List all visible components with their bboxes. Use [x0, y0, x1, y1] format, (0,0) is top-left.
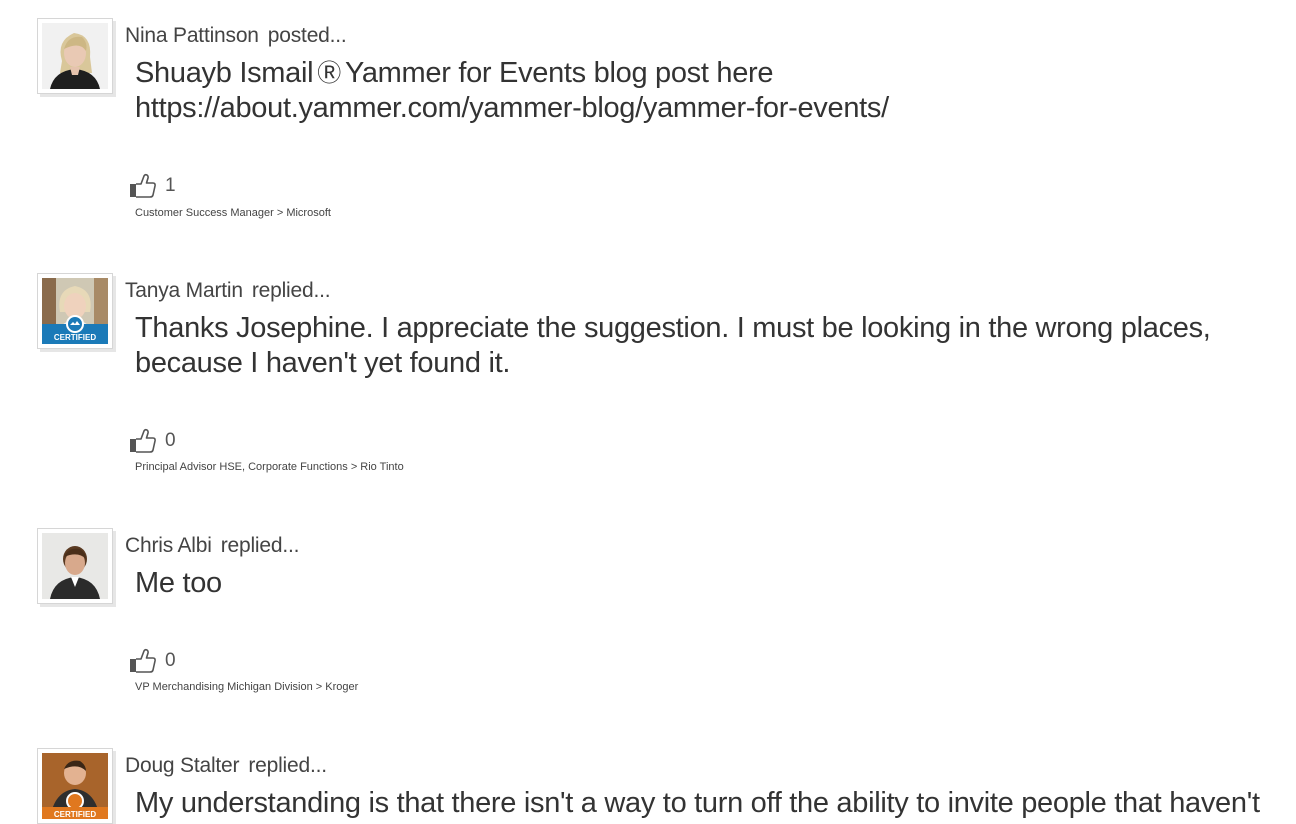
- post-action: replied...: [248, 754, 327, 777]
- mention-link[interactable]: Shuayb Ismail: [135, 57, 314, 89]
- like-count: 0: [165, 430, 176, 451]
- post-body: My understanding is that there isn't a w…: [135, 786, 1260, 821]
- post-action: replied...: [220, 534, 300, 557]
- post-author-line: Tanya Martin replied...: [125, 279, 331, 303]
- avatar[interactable]: CERTIFIED: [37, 273, 113, 349]
- post-text: Me too: [135, 567, 222, 599]
- yammer-icon: Ⓡ: [317, 60, 341, 87]
- post-body: Shuayb Ismail Ⓡ Yammer for Events blog pos…: [135, 56, 1215, 126]
- like-row: 0: [129, 428, 176, 454]
- like-row: 0: [129, 648, 176, 674]
- post-author-line: Chris Albi replied...: [125, 534, 299, 558]
- post-author-line: Nina Pattinson posted...: [125, 24, 347, 48]
- post-body: Thanks Josephine. I appreciate the sugge…: [135, 311, 1215, 381]
- post-action: replied...: [251, 279, 331, 302]
- author-name[interactable]: Nina Pattinson: [125, 24, 259, 47]
- certified-badge: CERTIFIED: [54, 810, 96, 819]
- certified-badge: CERTIFIED: [54, 333, 96, 342]
- like-count: 1: [165, 175, 176, 196]
- like-icon[interactable]: [129, 428, 157, 454]
- avatar[interactable]: [37, 18, 113, 94]
- post-body: Me too: [135, 566, 1215, 601]
- post-text: Thanks Josephine. I appreciate the sugge…: [135, 312, 1211, 379]
- post-text: My understanding is that there isn't a w…: [135, 787, 1260, 819]
- author-title: Principal Advisor HSE, Corporate Functio…: [135, 461, 404, 473]
- author-title: Customer Success Manager > Microsoft: [135, 207, 331, 219]
- like-icon[interactable]: [129, 648, 157, 674]
- author-name[interactable]: Doug Stalter: [125, 754, 240, 777]
- post-action: posted...: [267, 24, 347, 47]
- avatar[interactable]: [37, 528, 113, 604]
- like-icon[interactable]: [129, 173, 157, 199]
- like-count: 0: [165, 650, 176, 671]
- avatar-image: [42, 23, 108, 89]
- avatar-image: [42, 533, 108, 599]
- avatar-image: CERTIFIED: [42, 753, 108, 819]
- like-row: 1: [129, 173, 176, 199]
- avatar[interactable]: CERTIFIED: [37, 748, 113, 824]
- author-name[interactable]: Tanya Martin: [125, 279, 243, 302]
- post-author-line: Doug Stalter replied...: [125, 754, 327, 778]
- author-title: VP Merchandising Michigan Division > Kro…: [135, 681, 359, 693]
- avatar-image: CERTIFIED: [42, 278, 108, 344]
- author-name[interactable]: Chris Albi: [125, 534, 212, 557]
